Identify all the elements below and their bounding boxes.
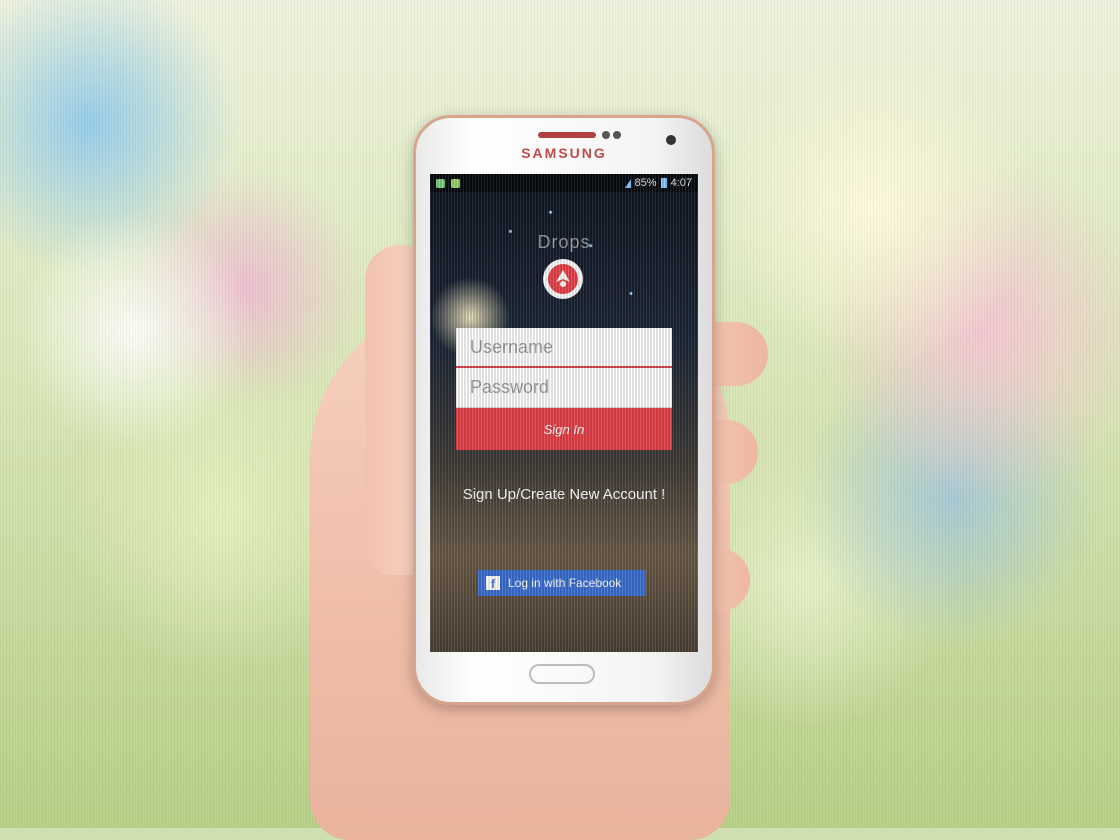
phone-screen: 85% 4:07 Drops Sign In Sign Up/Create Ne…: [430, 174, 698, 652]
app-logo-icon: [543, 259, 583, 299]
front-camera: [666, 135, 676, 145]
facebook-login-label: Log in with Facebook: [508, 576, 622, 590]
signal-icon: [621, 178, 631, 188]
proximity-sensor: [602, 131, 610, 139]
battery-percent: 85%: [634, 177, 657, 189]
facebook-login-button[interactable]: f Log in with Facebook: [478, 570, 646, 596]
app-notification-icon: [451, 178, 460, 188]
light-sensor: [613, 131, 621, 139]
status-bar: 85% 4:07: [430, 174, 698, 192]
clock: 4:07: [670, 177, 692, 189]
earpiece-speaker: [538, 132, 596, 138]
brand-logo: SAMSUNG: [521, 145, 607, 161]
facebook-icon: f: [486, 576, 500, 590]
smartphone: SAMSUNG 85% 4:07 Drops Username Sign In …: [413, 115, 715, 705]
sign-in-button[interactable]: Sign In: [456, 408, 672, 450]
home-button[interactable]: [529, 664, 595, 684]
login-form: Sign In: [456, 328, 672, 450]
username-field[interactable]: [456, 328, 672, 368]
notification-icon: [436, 178, 445, 188]
app-title: Drops: [537, 232, 591, 252]
sign-up-link[interactable]: Sign Up/Create New Account !: [430, 486, 698, 503]
password-field[interactable]: [456, 368, 672, 408]
battery-icon: [660, 178, 667, 188]
drop-logo-icon: [548, 264, 578, 294]
